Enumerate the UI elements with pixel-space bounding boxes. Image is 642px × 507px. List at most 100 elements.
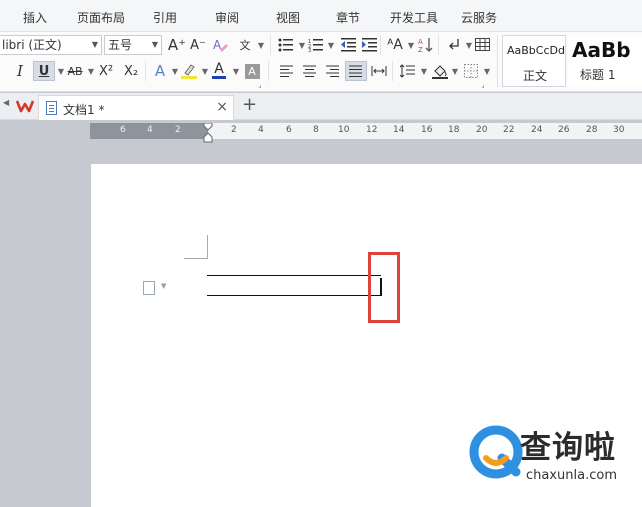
paint-bucket-icon bbox=[432, 65, 448, 79]
decrease-indent-button[interactable] bbox=[338, 35, 360, 55]
menu-section[interactable]: 章节 bbox=[336, 9, 360, 26]
new-tab-button[interactable]: + bbox=[242, 94, 257, 115]
strikethrough-button[interactable]: AB bbox=[64, 61, 86, 81]
style-normal-sample: AaBbCcDd bbox=[507, 44, 565, 57]
style-normal-label: 正文 bbox=[523, 69, 548, 83]
justify-button[interactable] bbox=[345, 61, 367, 81]
chevron-down-icon: ▼ bbox=[257, 40, 265, 50]
grow-font-button[interactable]: A⁺ bbox=[166, 35, 188, 55]
menu-developer[interactable]: 开发工具 bbox=[390, 9, 438, 26]
ruler-tick: 8 bbox=[313, 125, 319, 135]
bullet-list-icon bbox=[278, 38, 293, 52]
clear-format-button[interactable]: A bbox=[209, 35, 231, 55]
style-heading1-label: 标题 1 bbox=[580, 68, 616, 82]
highlighter-icon bbox=[181, 64, 197, 79]
menu-insert[interactable]: 插入 bbox=[23, 9, 47, 26]
superscript-button[interactable]: X² bbox=[95, 61, 117, 81]
menu-bar: 插入 页面布局 引用 审阅 视图 章节 开发工具 云服务 bbox=[0, 0, 642, 32]
underline-button[interactable]: U bbox=[33, 61, 55, 81]
table-icon bbox=[475, 38, 490, 51]
char-shading-button[interactable]: A bbox=[241, 61, 263, 81]
font-size-value: 五号 bbox=[108, 38, 133, 52]
ruler-tick: 10 bbox=[338, 125, 350, 135]
separator bbox=[270, 35, 271, 55]
border-dropdown[interactable]: ▼ bbox=[480, 61, 494, 81]
font-color-button[interactable]: A bbox=[208, 61, 230, 81]
italic-button[interactable]: I bbox=[9, 61, 31, 81]
wps-logo-icon[interactable] bbox=[16, 99, 34, 113]
chevron-down-icon: ▼ bbox=[151, 40, 158, 49]
sort-icon: AZ bbox=[418, 38, 433, 53]
menu-cloud-service[interactable]: 云服务 bbox=[461, 9, 497, 26]
svg-text:A: A bbox=[418, 38, 423, 46]
highlight-button[interactable] bbox=[178, 61, 200, 81]
indent-marker-icon[interactable] bbox=[203, 123, 213, 143]
chevron-down-icon: ▼ bbox=[91, 40, 98, 49]
justify-icon bbox=[349, 65, 362, 77]
ruler-tick: 12 bbox=[366, 125, 378, 135]
paragraph-dialog-launcher[interactable]: ⌟ bbox=[478, 80, 488, 90]
menu-page-layout[interactable]: 页面布局 bbox=[77, 9, 125, 26]
chevron-down-icon: ▼ bbox=[483, 66, 491, 76]
subscript-button[interactable]: X₂ bbox=[120, 61, 142, 81]
chevron-down-icon: ▼ bbox=[87, 66, 95, 76]
font-name-select[interactable]: libri (正文) ▼ bbox=[0, 35, 102, 55]
table-button[interactable] bbox=[472, 35, 494, 55]
tab-list-arrow-icon[interactable]: ◀ bbox=[3, 98, 9, 107]
menu-view[interactable]: 视图 bbox=[276, 9, 300, 26]
style-heading1-sample: AaBb bbox=[572, 38, 631, 62]
watermark-logo-icon bbox=[469, 425, 523, 479]
chevron-down-icon: ▼ bbox=[407, 40, 415, 50]
style-normal[interactable]: AaBbCcDd 正文 bbox=[502, 35, 566, 87]
style-heading-1[interactable]: AaBb 标题 1 bbox=[568, 35, 642, 87]
chevron-down-icon: ▼ bbox=[451, 66, 459, 76]
phonetic-guide-button[interactable]: 文 bbox=[234, 35, 256, 55]
separator bbox=[268, 61, 269, 81]
menu-review[interactable]: 审阅 bbox=[215, 9, 239, 26]
highlight-annotation-box bbox=[368, 252, 400, 323]
chevron-down-icon: ▼ bbox=[327, 40, 335, 50]
ruler-tick: 4 bbox=[147, 125, 153, 135]
font-dialog-launcher[interactable]: ⌟ bbox=[255, 80, 265, 90]
char-shading-icon: A bbox=[244, 63, 260, 79]
launcher-icon: ⌟ bbox=[258, 81, 262, 89]
italic-icon: I bbox=[17, 62, 23, 80]
svg-text:Z: Z bbox=[418, 46, 423, 53]
align-center-button[interactable] bbox=[299, 61, 321, 81]
menu-references[interactable]: 引用 bbox=[153, 9, 177, 26]
align-center-icon bbox=[303, 65, 316, 77]
decrease-indent-icon bbox=[341, 38, 356, 52]
align-right-button[interactable] bbox=[322, 61, 344, 81]
increase-indent-button[interactable] bbox=[359, 35, 381, 55]
ruler-tick: 4 bbox=[258, 125, 264, 135]
horizontal-ruler[interactable]: 6 4 2 2 4 6 8 10 12 14 16 18 20 22 24 26… bbox=[90, 123, 642, 143]
phonetic-dropdown[interactable]: ▼ bbox=[254, 35, 268, 55]
ruler-tick: 14 bbox=[393, 125, 405, 135]
tab-document1[interactable]: 文档1 * × bbox=[38, 95, 234, 120]
font-size-select[interactable]: 五号 ▼ bbox=[104, 35, 162, 55]
ruler-tick: 2 bbox=[231, 125, 237, 135]
subscript-icon: X₂ bbox=[123, 63, 139, 79]
numbered-list-dropdown[interactable]: ▼ bbox=[324, 35, 338, 55]
watermark: 查询啦 chaxunla.com bbox=[468, 418, 642, 507]
change-case-button[interactable]: ᴬA bbox=[384, 35, 406, 55]
chevron-down-icon[interactable]: ▼ bbox=[161, 282, 166, 290]
ruler-tick: 24 bbox=[531, 125, 543, 135]
bullet-list-button[interactable] bbox=[275, 35, 297, 55]
separator bbox=[145, 61, 146, 81]
ruler-tick: 18 bbox=[448, 125, 460, 135]
shrink-font-button[interactable]: A⁻ bbox=[187, 35, 209, 55]
font-name-value: libri (正文) bbox=[2, 38, 62, 52]
show-marks-button[interactable] bbox=[442, 35, 464, 55]
shrink-font-icon: A⁻ bbox=[190, 37, 206, 53]
svg-text:3: 3 bbox=[308, 48, 311, 52]
border-button[interactable] bbox=[460, 61, 482, 81]
ruler-tick: 26 bbox=[558, 125, 570, 135]
distribute-button[interactable] bbox=[368, 61, 390, 81]
close-icon[interactable]: × bbox=[216, 99, 228, 115]
line-spacing-button[interactable] bbox=[397, 61, 419, 81]
paragraph-handle-icon[interactable] bbox=[143, 281, 155, 295]
sort-button[interactable]: AZ bbox=[415, 35, 437, 55]
separator bbox=[380, 35, 381, 55]
align-left-button[interactable] bbox=[276, 61, 298, 81]
